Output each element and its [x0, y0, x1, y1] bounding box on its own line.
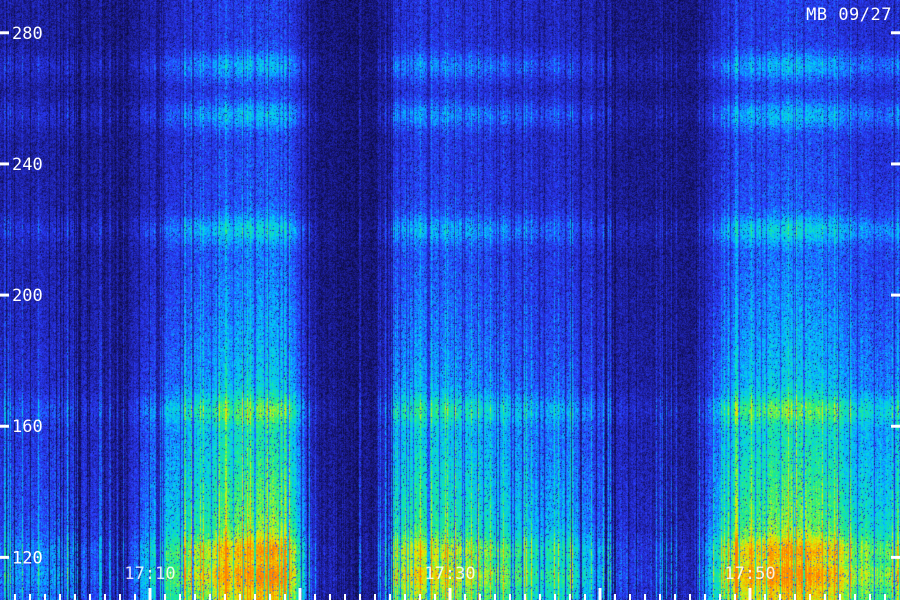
xtick-label-2: 17:50 — [724, 564, 775, 584]
spectrogram-view: 120 160 200 240 280 17:10 17:30 17:50 MB 09/27 — [0, 0, 900, 600]
axis-layer: 120 160 200 240 280 17:10 17:30 17:50 — [0, 24, 900, 600]
ytick-label-200: 200 — [12, 286, 43, 306]
xtick-label-1: 17:30 — [424, 564, 475, 584]
ytick-label-280: 280 — [12, 24, 43, 44]
ytick-label-160: 160 — [12, 417, 43, 437]
xtick-label-0: 17:10 — [124, 564, 175, 584]
station-date-label: MB 09/27 — [806, 5, 892, 25]
ytick-label-120: 120 — [12, 548, 43, 568]
ytick-label-240: 240 — [12, 155, 43, 175]
